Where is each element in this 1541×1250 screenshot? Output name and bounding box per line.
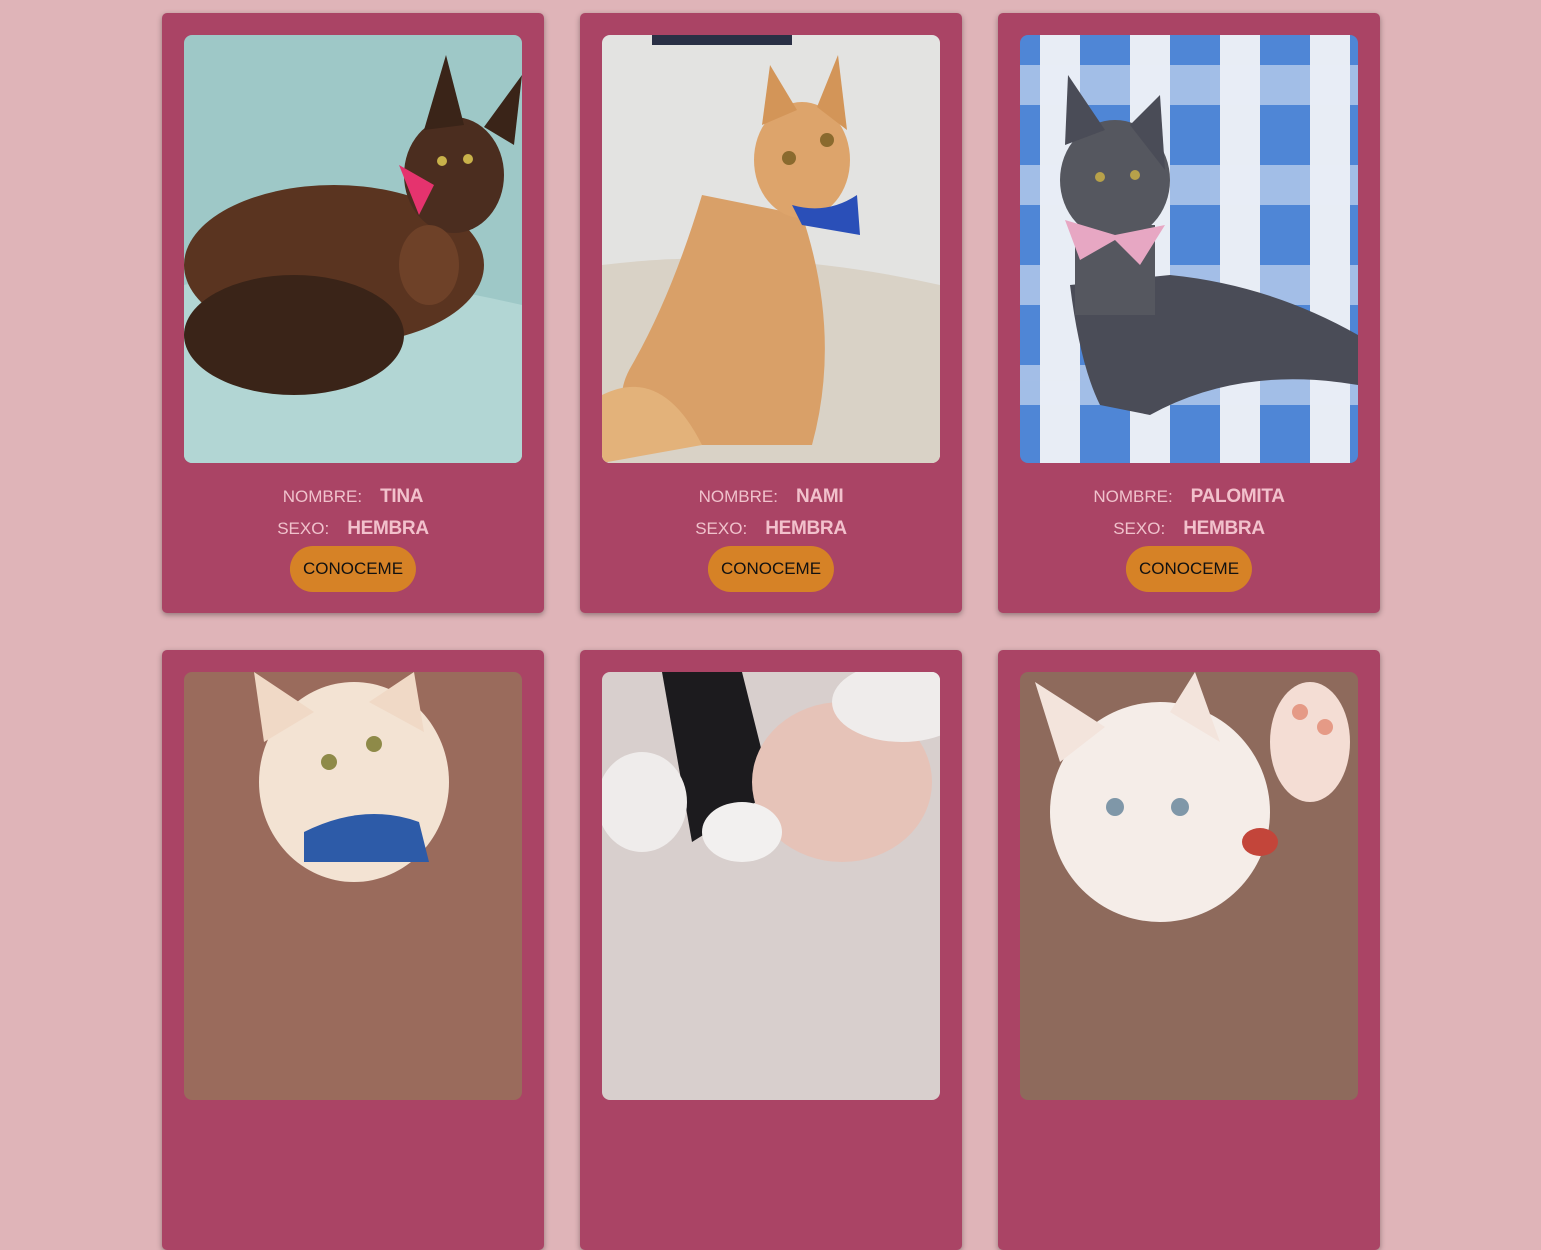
- cat-photo: [1020, 35, 1358, 463]
- nombre-label: NOMBRE:: [698, 487, 778, 506]
- cat-card: [580, 650, 962, 1250]
- cat-sex: HEMBRA: [765, 518, 847, 539]
- cat-photo: [184, 35, 522, 463]
- cat-grid: NOMBRE: TINA SEXO: HEMBRA CONOCEME NOMBR…: [162, 13, 1380, 1250]
- sexo-label: SEXO:: [277, 519, 330, 538]
- cat-photo: [1020, 672, 1358, 1100]
- sexo-label: SEXO:: [695, 519, 748, 538]
- nombre-label: NOMBRE:: [1093, 487, 1173, 506]
- conoceme-button[interactable]: CONOCEME: [707, 546, 835, 592]
- cat-card: NOMBRE: PALOMITA SEXO: HEMBRA CONOCEME: [998, 13, 1380, 613]
- cat-card: NOMBRE: TINA SEXO: HEMBRA CONOCEME: [162, 13, 544, 613]
- cat-card: [162, 650, 544, 1250]
- sexo-label: SEXO:: [1113, 519, 1166, 538]
- cat-photo: [184, 672, 522, 1100]
- cat-name: PALOMITA: [1190, 486, 1285, 507]
- nombre-label: NOMBRE:: [282, 487, 363, 506]
- cat-photo: [602, 35, 940, 463]
- conoceme-button[interactable]: CONOCEME: [289, 546, 417, 592]
- cat-sex: HEMBRA: [1183, 518, 1265, 539]
- cat-photo: [602, 672, 940, 1100]
- cat-card: [998, 650, 1380, 1250]
- cat-name: TINA: [380, 486, 424, 507]
- conoceme-button[interactable]: CONOCEME: [1125, 546, 1253, 592]
- cat-name: NAMI: [795, 486, 844, 507]
- cat-card: NOMBRE: NAMI SEXO: HEMBRA CONOCEME: [580, 13, 962, 613]
- cat-sex: HEMBRA: [347, 518, 429, 539]
